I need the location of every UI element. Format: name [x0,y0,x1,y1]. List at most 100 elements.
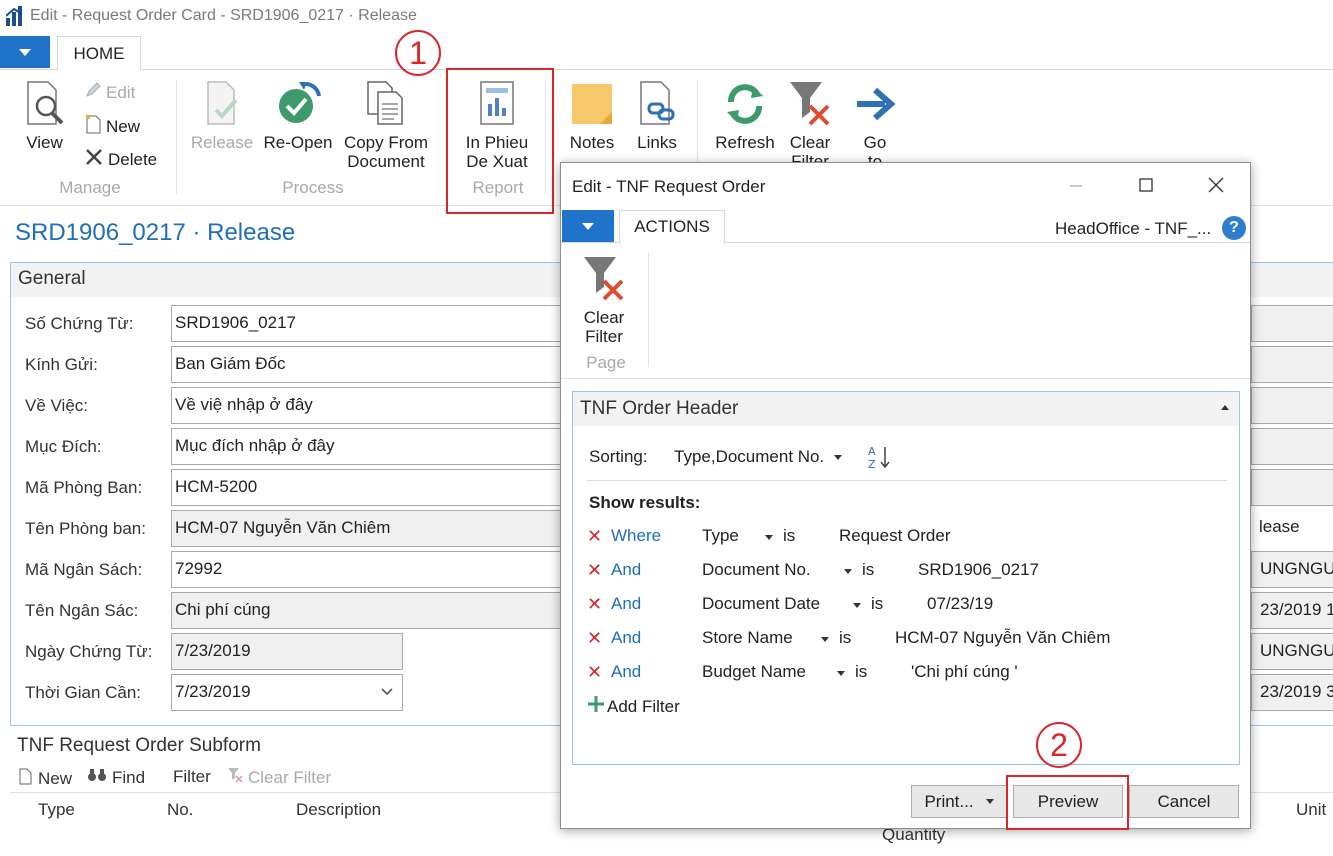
edit-button[interactable]: Edit [84,81,135,104]
chevron-down-icon[interactable] [844,569,852,574]
chevron-down-icon[interactable] [765,535,773,540]
column-header-type[interactable]: Type [38,800,75,820]
chevron-down-icon[interactable] [380,683,394,703]
sort-az-icon[interactable]: A Z [867,444,891,475]
release-button[interactable]: Release [190,80,254,152]
ve-viec-field[interactable]: Về việ nhập ở đây [171,387,571,424]
help-icon[interactable]: ? [1222,216,1246,240]
subform-find-button[interactable]: Find [87,767,145,788]
filter-value[interactable]: 'Chi phí cúng ' [911,662,1018,682]
delete-button[interactable]: Delete [84,147,157,172]
title-bar: Edit - Request Order Card - SRD1906_0217… [0,0,1333,34]
subform-new-label: New [38,768,73,788]
copy-label-line2: Document [347,152,425,171]
right-field: UNGNGUY [1251,551,1333,588]
remove-filter-icon[interactable]: ✕ [587,662,602,683]
filter-value[interactable]: SRD1906_0217 [918,560,1039,580]
view-button[interactable]: View [17,80,72,152]
thoi-gian-can-value: 7/23/2019 [175,682,251,701]
reopen-label: Re-Open [263,133,333,152]
filter-field[interactable]: Document Date [702,594,820,614]
page-title: SRD1906_0217 · Release [15,219,296,246]
ngay-chung-tu-field: 7/23/2019 [171,633,403,670]
copy-from-document-button[interactable]: Copy From Document [340,80,432,171]
filter-field[interactable]: Budget Name [702,662,806,682]
column-header-description[interactable]: Description [296,800,381,820]
pencil-icon [84,81,102,104]
filter-operator: is [855,662,868,681]
filter-operator: is [862,560,875,579]
chevron-down-icon[interactable] [853,603,861,608]
remove-filter-icon[interactable]: ✕ [587,628,602,649]
links-button[interactable]: Links [630,80,684,152]
thoi-gian-can-field[interactable]: 7/23/2019 [171,674,403,711]
go-to-button[interactable]: Go to [852,80,898,171]
print-button[interactable]: Print... [911,785,1007,818]
chevron-down-icon[interactable] [985,799,994,804]
preview-highlight-box [1006,775,1129,830]
close-button[interactable] [1201,171,1231,199]
minimize-button[interactable] [1061,171,1091,199]
filter-row: ✕ And Document No. is SRD1906_0217 [587,560,1227,584]
filter-row: ✕ And Store Name is HCM-07 Nguyễn Văn Ch… [587,628,1227,652]
subform-filter-button[interactable]: Filter [173,767,211,787]
clear-filter-label-line1: Clear [789,133,831,152]
column-header-no[interactable]: No. [167,800,193,820]
remove-filter-icon[interactable]: ✕ [587,594,602,615]
tab-home[interactable]: HOME [57,36,141,71]
remove-filter-icon[interactable]: ✕ [587,526,602,547]
copy-document-icon [340,80,432,130]
chevron-down-icon[interactable] [837,671,845,676]
dialog-clear-filter-button[interactable]: Clear Filter [579,255,629,346]
edit-label: Edit [106,82,136,102]
remove-filter-icon[interactable]: ✕ [587,560,602,581]
filter-conjunction: And [611,594,642,613]
filter-field[interactable]: Type [702,526,739,546]
tab-actions[interactable]: ACTIONS [619,210,725,244]
cancel-button[interactable]: Cancel [1129,785,1239,818]
add-filter-label: Add Filter [607,696,680,716]
sorting-dropdown[interactable]: Type,Document No. [674,447,843,467]
filter-value[interactable]: 07/23/19 [927,594,993,614]
filter-value[interactable]: Request Order [839,526,951,546]
filter-row: ✕ And Document Date is 07/23/19 [587,594,1227,618]
dialog-tab-bar: ACTIONS HeadOffice - TNF_... ? [561,210,1250,244]
filter-field[interactable]: Store Name [702,628,793,648]
subform-title[interactable]: TNF Request Order Subform [17,735,261,757]
callout-1: 1 [395,30,441,76]
ma-ngan-sach-field[interactable]: 72992 [171,551,571,588]
dialog-title: Edit - TNF Request Order [572,177,766,196]
release-label: Release [190,133,254,152]
reopen-button[interactable]: Re-Open [260,80,336,152]
company-name: HeadOffice - TNF_... [1055,219,1212,238]
subform-clear-filter-button[interactable]: Clear Filter [227,767,331,788]
application-menu-button[interactable] [0,36,50,68]
copy-label-line1: Copy From [343,133,429,152]
filter-panel-header[interactable]: TNF Order Header [573,392,1239,426]
column-header-unit[interactable]: Unit [1296,800,1326,820]
subform-clear-filter-label: Clear Filter [248,767,332,787]
subform-new-button[interactable]: New [17,767,72,790]
clear-filter-button[interactable]: Clear Filter [783,80,837,171]
filter-field[interactable]: Document No. [702,560,811,580]
dialog-clear-filter-line2: Filter [585,327,623,346]
dialog-menu-button[interactable] [562,210,614,242]
refresh-button[interactable]: Refresh [712,80,778,152]
chevron-down-icon[interactable] [821,637,829,642]
filter-conjunction: And [611,560,642,579]
filter-value[interactable]: HCM-07 Nguyễn Văn Chiêm [895,628,1110,648]
add-filter-button[interactable]: Add Filter [587,695,680,718]
field-label: Mã Phòng Ban: [25,478,143,497]
dialog-ribbon: Clear Filter Page [561,243,1250,379]
notes-button[interactable]: Notes [564,80,620,152]
ma-phong-ban-field[interactable]: HCM-5200 [171,469,571,506]
window-title: Edit - Request Order Card - SRD1906_0217… [30,7,417,24]
new-button[interactable]: New [84,114,140,139]
maximize-button[interactable] [1131,171,1161,199]
so-chung-tu-field[interactable]: SRD1906_0217 [171,305,571,342]
collapse-icon[interactable] [1221,405,1229,410]
group-label-manage: Manage [59,178,121,197]
callout-2: 2 [1036,722,1082,768]
muc-dich-field[interactable]: Mục đích nhập ở đây [171,428,571,465]
kinh-gui-field[interactable]: Ban Giám Đốc [171,346,571,383]
